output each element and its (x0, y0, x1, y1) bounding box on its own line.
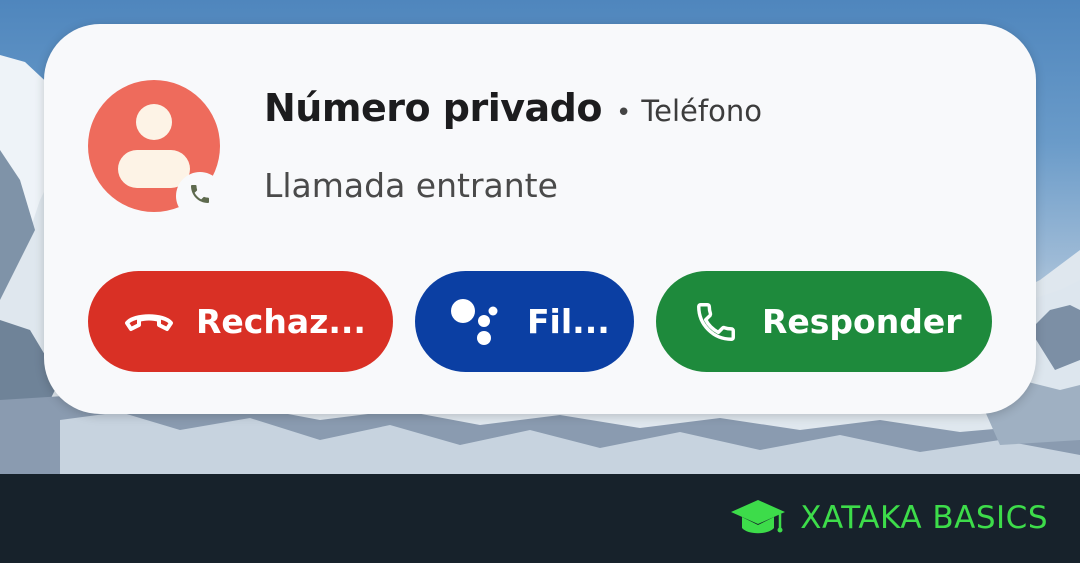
footer-bar: XATAKA BASICS (0, 474, 1080, 563)
notification-header: Número privado • Teléfono (264, 86, 762, 130)
call-status: Llamada entrante (264, 166, 558, 205)
decline-label: Rechaz... (196, 302, 366, 341)
decline-button[interactable]: Rechaz... (88, 271, 393, 372)
app-name: Teléfono (641, 94, 762, 128)
phone-app-badge (176, 172, 224, 220)
phone-icon (690, 299, 742, 345)
screen-call-label: Fil... (527, 302, 610, 341)
hang-up-icon (124, 309, 174, 335)
google-assistant-icon (449, 297, 503, 347)
header-separator: • (616, 98, 632, 128)
brand-name: XATAKA BASICS (800, 500, 1048, 536)
avatar-head (136, 104, 172, 140)
answer-button[interactable]: Responder (656, 271, 992, 372)
caller-name: Número privado (264, 86, 603, 130)
answer-label: Responder (762, 302, 962, 341)
brand-logo: XATAKA BASICS (730, 498, 1048, 538)
screen-call-button[interactable]: Fil... (415, 271, 634, 372)
incoming-call-notification[interactable]: Número privado • Teléfono Llamada entran… (44, 24, 1036, 414)
phone-icon (188, 182, 212, 210)
graduation-cap-icon (730, 498, 786, 538)
screenshot: Número privado • Teléfono Llamada entran… (0, 0, 1080, 563)
